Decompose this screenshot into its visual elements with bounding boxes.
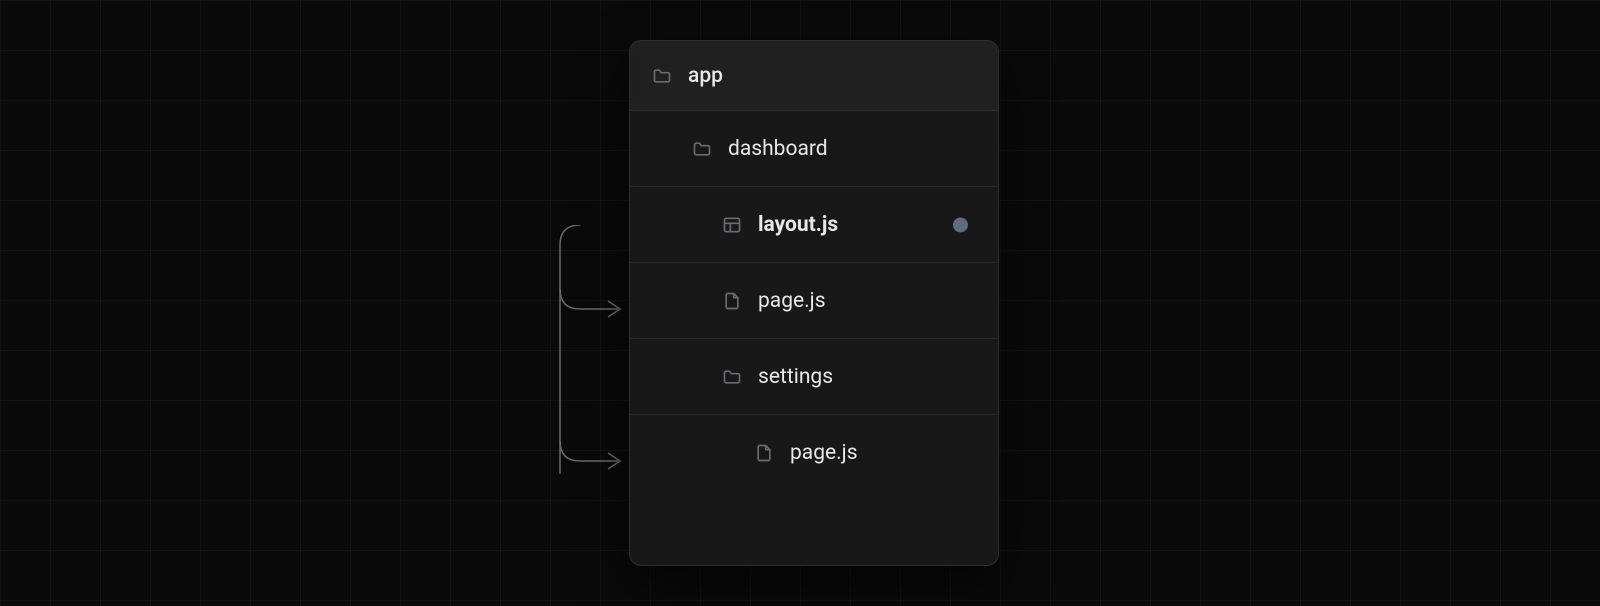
tree-item-layout[interactable]: layout.js [630,187,998,263]
tree-item-settings[interactable]: settings [630,339,998,415]
tree-item-settings-page[interactable]: page.js [630,415,998,491]
folder-icon [692,139,712,159]
tree-root-label: app [688,64,723,88]
file-icon [754,443,774,463]
tree-item-label: settings [758,365,833,389]
tree-item-label: layout.js [758,213,838,237]
connector-arrows [520,225,630,500]
folder-icon [652,66,672,86]
layout-icon [722,215,742,235]
folder-icon [722,367,742,387]
tree-item-page[interactable]: page.js [630,263,998,339]
tree-item-label: dashboard [728,137,828,161]
tree-item-dashboard[interactable]: dashboard [630,111,998,187]
tree-root[interactable]: app [630,41,998,111]
tree-item-label: page.js [790,441,858,465]
file-icon [722,291,742,311]
active-marker-icon [953,217,968,232]
tree-item-label: page.js [758,289,826,313]
file-tree-panel: app dashboard layout.js page.js settings… [629,40,999,566]
